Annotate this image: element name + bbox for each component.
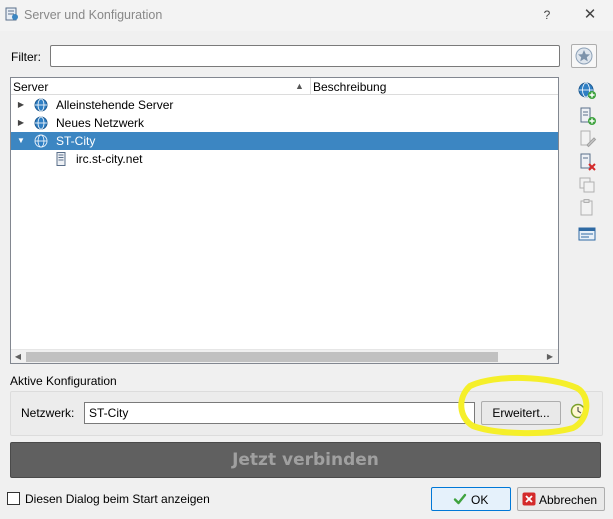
clock-icon[interactable] xyxy=(570,403,588,421)
ok-label: OK xyxy=(471,493,489,507)
settings-icon[interactable] xyxy=(577,224,597,244)
tree-row-label: Alleinstehende Server xyxy=(56,98,174,112)
close-button[interactable]: ✕ xyxy=(578,5,602,25)
filter-label: Filter: xyxy=(11,50,41,64)
globe-icon xyxy=(34,98,48,112)
tree-header: Server ▲ Beschreibung xyxy=(11,78,558,95)
server-tree[interactable]: Server ▲ Beschreibung ▶ Alleinstehende S… xyxy=(10,77,559,364)
delete-icon[interactable] xyxy=(577,152,597,172)
copy-icon[interactable] xyxy=(577,175,597,195)
paste-icon[interactable] xyxy=(577,198,597,218)
advanced-button[interactable]: Erweitert... xyxy=(481,401,561,425)
filter-input[interactable] xyxy=(50,45,560,67)
cancel-button[interactable]: Abbrechen xyxy=(517,487,605,511)
scrollbar-thumb[interactable] xyxy=(26,352,498,362)
add-server-icon[interactable] xyxy=(577,106,597,126)
scroll-right-icon[interactable]: ▶ xyxy=(544,351,556,363)
column-header-server[interactable]: Server xyxy=(13,80,48,94)
tree-row-alleinstehende-server[interactable]: ▶ Alleinstehende Server xyxy=(11,96,558,114)
favorites-button[interactable] xyxy=(571,44,597,68)
edit-icon[interactable] xyxy=(577,129,597,149)
collapse-arrow-icon[interactable]: ▼ xyxy=(16,132,26,150)
tree-row-st-city[interactable]: ▼ ST-City xyxy=(11,132,558,150)
column-header-description[interactable]: Beschreibung xyxy=(313,80,386,94)
checkmark-icon xyxy=(453,493,467,505)
tree-row-irc-st-city-net[interactable]: irc.st-city.net xyxy=(11,150,558,168)
app-icon xyxy=(5,7,18,21)
tree-row-label: irc.st-city.net xyxy=(76,152,143,166)
ok-button[interactable]: OK xyxy=(431,487,511,511)
active-config-label: Aktive Konfiguration xyxy=(10,374,117,388)
star-icon xyxy=(575,47,593,65)
network-label: Netzwerk: xyxy=(21,406,75,420)
globe-icon xyxy=(34,134,48,148)
connect-now-button[interactable]: Jetzt verbinden xyxy=(10,442,601,478)
tree-horizontal-scrollbar[interactable]: ◀ ▶ xyxy=(11,349,558,363)
help-button[interactable]: ? xyxy=(536,5,558,25)
column-divider[interactable] xyxy=(310,78,311,94)
show-on-startup-checkbox[interactable] xyxy=(7,492,20,505)
scroll-left-icon[interactable]: ◀ xyxy=(12,351,24,363)
globe-icon xyxy=(34,116,48,130)
sort-indicator-icon: ▲ xyxy=(295,81,304,91)
cancel-icon xyxy=(522,492,536,506)
add-network-icon[interactable] xyxy=(577,80,597,100)
expand-arrow-icon[interactable]: ▶ xyxy=(16,114,26,132)
network-field[interactable] xyxy=(84,402,475,424)
cancel-label: Abbrechen xyxy=(539,493,598,507)
window-title: Server und Konfiguration xyxy=(24,8,163,22)
show-on-startup-label: Diesen Dialog beim Start anzeigen xyxy=(25,492,210,506)
tree-row-label: Neues Netzwerk xyxy=(56,116,145,130)
expand-arrow-icon[interactable]: ▶ xyxy=(16,96,26,114)
server-icon xyxy=(56,152,66,166)
tree-row-label: ST-City xyxy=(56,134,96,148)
tree-row-neues-netzwerk[interactable]: ▶ Neues Netzwerk xyxy=(11,114,558,132)
